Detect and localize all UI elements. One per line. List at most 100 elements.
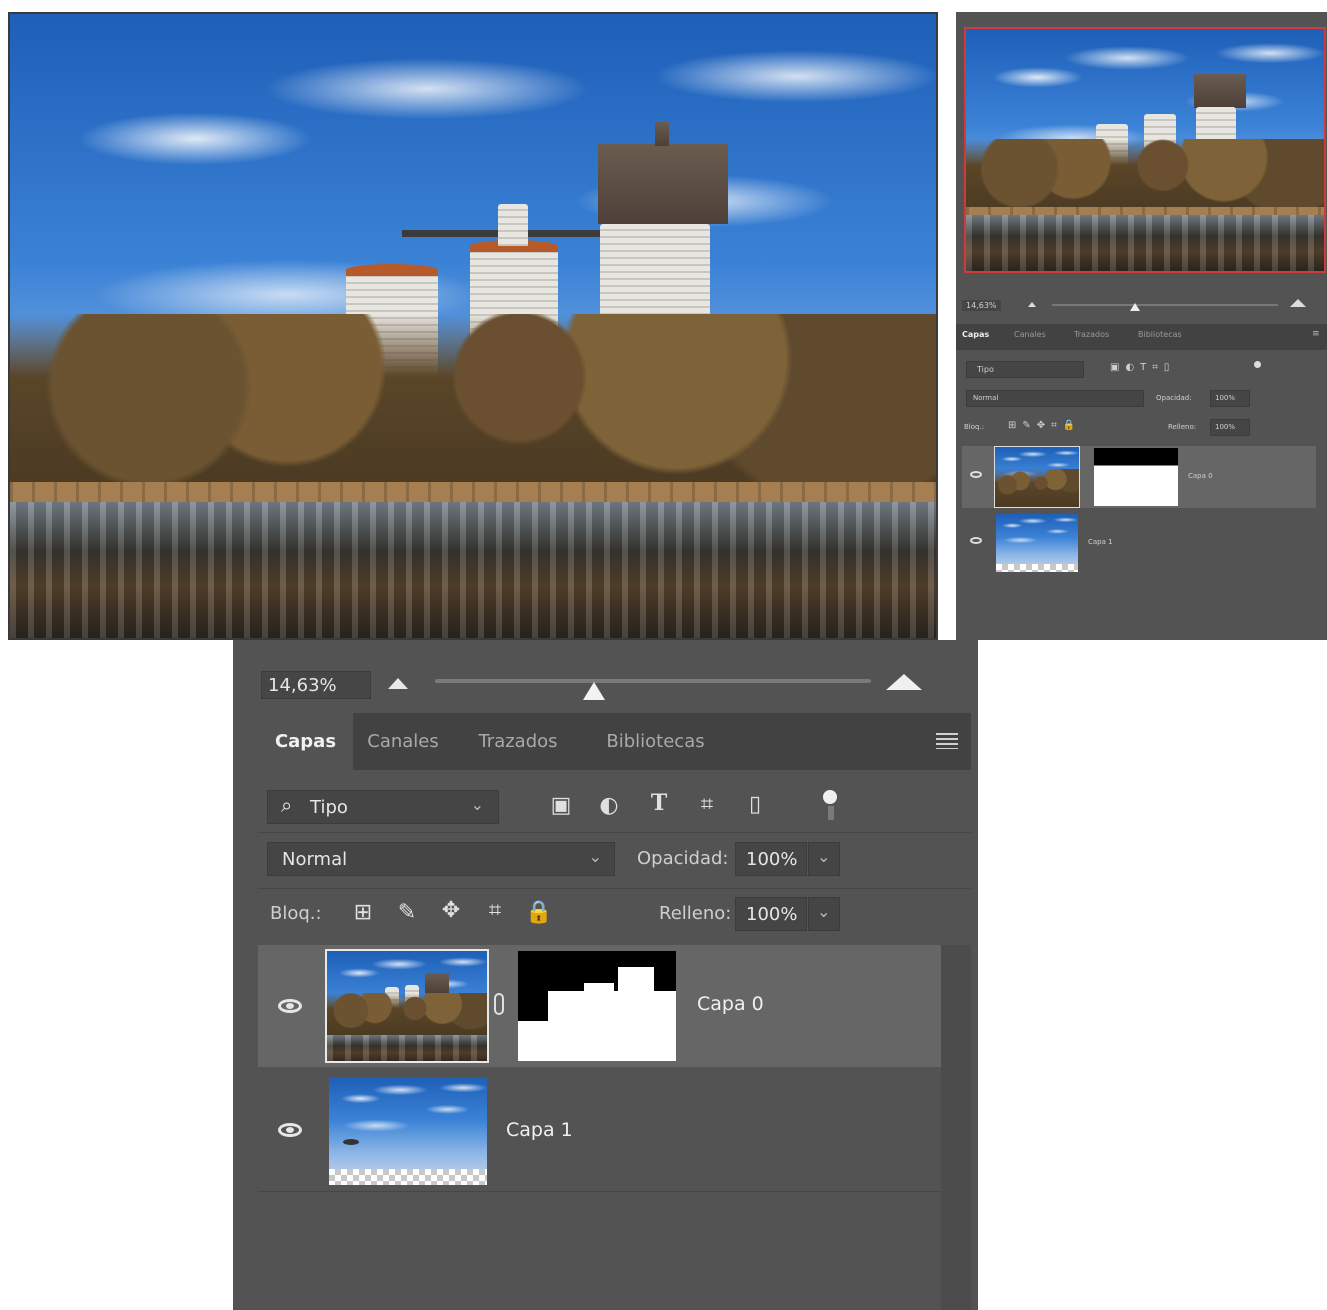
opacity-label-small: Opacidad: <box>1156 394 1192 402</box>
fill-label: Relleno: <box>659 903 732 924</box>
layer-thumbnail-capa-0[interactable] <box>325 949 489 1063</box>
zoom-slider[interactable] <box>435 679 871 683</box>
transparency-strip-small <box>996 564 1078 572</box>
layer-thumb-capa0-small[interactable] <box>994 446 1080 508</box>
lock-icons-small[interactable]: ⊞✎✥⌗🔒 <box>1008 420 1081 431</box>
mask-black-left <box>518 991 548 1021</box>
layer-row-capa-1[interactable]: Capa 1 <box>258 1069 941 1192</box>
zoom-slider-thumb-shape <box>583 682 605 700</box>
thumb-tank <box>425 973 449 993</box>
opacity-value: 100% <box>746 849 798 870</box>
transparency-strip <box>329 1169 487 1185</box>
tree-line <box>10 314 936 494</box>
layer-row-capa0-small[interactable]: Capa 0 <box>962 446 1316 508</box>
fill-field-small[interactable]: 100% <box>1210 419 1250 436</box>
image-filter-icon[interactable]: ▣ <box>547 793 575 818</box>
zoom-slider-thumb[interactable] <box>583 682 605 702</box>
silo-left-roof <box>346 264 438 276</box>
water-tank-top <box>598 144 728 224</box>
filter-toggle-icon[interactable] <box>823 790 839 820</box>
opacity-field-small[interactable]: 100% <box>1210 390 1250 407</box>
lock-transparent-pixels-icon[interactable]: ⊞ <box>349 900 377 925</box>
silo-small-top <box>498 204 528 246</box>
eye-icon-small[interactable] <box>970 471 982 478</box>
eye-icon-small-2[interactable] <box>970 537 982 544</box>
layers-panel-zoomed: 14,63% Capas Canales Trazados Biblioteca… <box>233 640 978 1310</box>
tab-capas[interactable]: Capas <box>258 713 353 770</box>
filter-toggle-track <box>828 806 834 820</box>
tab-bar-small: Capas Canales Trazados Bibliotecas ≡ <box>956 324 1327 350</box>
wooden-fence <box>10 482 936 504</box>
tab-canales[interactable]: Canales <box>353 713 453 770</box>
adjustment-filter-icon[interactable]: ◐ <box>595 793 623 818</box>
zoom-out-icon-small[interactable] <box>1028 302 1036 307</box>
eye-icon-2[interactable] <box>278 1123 302 1137</box>
zoom-in-icon[interactable] <box>886 674 922 690</box>
fill-value: 100% <box>746 904 798 925</box>
navigator-preview[interactable] <box>964 27 1326 273</box>
water-tank-chimney <box>655 122 669 146</box>
layer-thumb-capa1-small[interactable] <box>996 514 1078 572</box>
thumb-trees <box>327 993 487 1037</box>
layer-name-capa-1[interactable]: Capa 1 <box>506 1119 573 1141</box>
navigator-trees <box>966 139 1324 214</box>
tab-trazados[interactable]: Trazados <box>458 713 578 770</box>
tab-canales-small[interactable]: Canales <box>1014 330 1046 339</box>
navigator-tank <box>1194 74 1246 108</box>
document-canvas[interactable] <box>8 12 938 640</box>
panel-scrollbar[interactable] <box>941 945 971 1310</box>
blend-chevron-icon: ⌄ <box>588 847 602 866</box>
zoom-value-small[interactable]: 14,63% <box>962 300 1001 311</box>
layer-row-capa1-small[interactable]: Capa 1 <box>962 512 1316 574</box>
tab-trazados-small[interactable]: Trazados <box>1074 330 1109 339</box>
fill-dropdown-button[interactable]: ⌄ <box>808 897 840 931</box>
fill-field[interactable]: 100% <box>735 897 807 931</box>
type-filter-icon[interactable]: T <box>645 790 673 816</box>
eye-icon[interactable] <box>278 999 302 1013</box>
zoom-slider-small[interactable] <box>1052 304 1278 306</box>
layer-name-capa0-small[interactable]: Capa 0 <box>1188 472 1213 480</box>
layer-name-capa1-small[interactable]: Capa 1 <box>1088 538 1113 546</box>
zoom-value-field[interactable]: 14,63% <box>261 671 371 699</box>
tab-bar: Capas Canales Trazados Bibliotecas <box>258 713 971 770</box>
panel-menu-icon-small[interactable]: ≡ <box>1312 329 1320 339</box>
zoom-slider-thumb-small[interactable] <box>1130 303 1140 311</box>
opacity-field[interactable]: 100% <box>735 842 807 876</box>
layer-name-capa-0[interactable]: Capa 0 <box>697 993 764 1015</box>
layer-mask-thumbnail-capa-0[interactable] <box>518 951 676 1061</box>
layer-row-capa-0[interactable]: Capa 0 <box>258 945 941 1067</box>
lock-image-pixels-icon[interactable]: ✎ <box>393 900 421 925</box>
fill-label-small: Relleno: <box>1168 423 1197 431</box>
lock-position-icon[interactable]: ✥ <box>437 898 465 923</box>
shape-filter-icon[interactable]: ⌗ <box>693 792 721 817</box>
zoom-value: 14,63% <box>268 675 337 696</box>
tab-bibliotecas-small[interactable]: Bibliotecas <box>1138 330 1182 339</box>
filter-dropdown-small[interactable]: Tipo <box>966 361 1084 378</box>
thumb-water <box>327 1035 487 1061</box>
chain-link-icon[interactable] <box>494 993 504 1015</box>
filter-label-small: Tipo <box>977 365 994 374</box>
filter-toggle-icon-small[interactable] <box>1254 361 1261 368</box>
blend-mode-small[interactable]: Normal <box>966 390 1144 407</box>
tab-capas-small[interactable]: Capas <box>962 330 989 339</box>
blend-mode-label-small: Normal <box>973 394 999 402</box>
lock-artboard-icon[interactable]: ⌗ <box>481 898 509 923</box>
layers-panel-small: 14,63% Capas Canales Trazados Biblioteca… <box>956 12 1327 640</box>
lock-label-small: Bloq.: <box>964 423 985 431</box>
thumb-bird <box>343 1139 359 1145</box>
mask-white-peak-2 <box>584 983 614 1003</box>
blend-mode-dropdown[interactable]: Normal ⌄ <box>267 842 615 876</box>
filter-kind-dropdown[interactable]: ⌕ Tipo ⌄ <box>267 790 499 824</box>
lake-reflection <box>10 502 936 638</box>
opacity-dropdown-button[interactable]: ⌄ <box>808 842 840 876</box>
mask-thumb-capa0-small[interactable] <box>1094 448 1178 506</box>
lock-all-icon[interactable]: 🔒 <box>525 900 553 925</box>
smart-object-filter-icon[interactable]: ▯ <box>741 792 769 817</box>
zoom-in-icon-small[interactable] <box>1290 299 1306 307</box>
filter-toggle-knob <box>823 790 837 804</box>
zoom-out-icon[interactable] <box>388 678 408 689</box>
layer-thumbnail-capa-1[interactable] <box>329 1077 487 1185</box>
filter-icons-small[interactable]: ▣◐T⌗▯ <box>1110 362 1175 373</box>
panel-menu-icon[interactable] <box>936 733 958 749</box>
tab-bibliotecas[interactable]: Bibliotecas <box>583 713 728 770</box>
